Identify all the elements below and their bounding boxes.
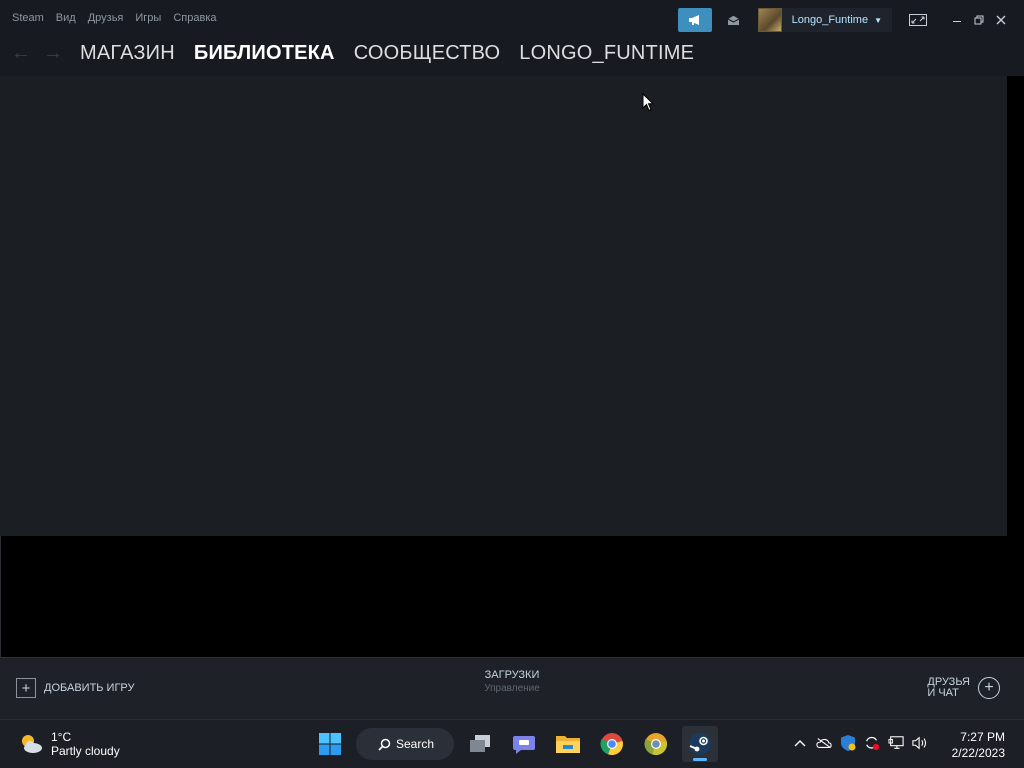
- nav-community[interactable]: СООБЩЕСТВО: [354, 42, 501, 65]
- taskbar-apps: Search: [312, 726, 718, 762]
- tray-overflow-chevron-up-icon[interactable]: [792, 734, 808, 752]
- search-label: Search: [396, 737, 435, 751]
- nav-profile[interactable]: LONGO_FUNTIME: [519, 42, 694, 65]
- back-arrow-icon[interactable]: ←: [11, 42, 31, 65]
- steam-window: Steam Вид Друзья Игры Справка Longo_Funt…: [0, 0, 1024, 719]
- taskbar-task-view[interactable]: [462, 726, 498, 762]
- windows-logo-icon: [319, 733, 341, 755]
- chrome-canary-icon: [644, 733, 667, 756]
- maximize-button[interactable]: [968, 8, 990, 32]
- network-icon[interactable]: [888, 734, 904, 752]
- account-menu[interactable]: Longo_Funtime ▼: [757, 8, 892, 32]
- bottom-bar: + ДОБАВИТЬ ИГРУ ЗАГРУЗКИ Управление ДРУЗ…: [0, 657, 1024, 719]
- onedrive-offline-icon[interactable]: [816, 734, 832, 752]
- nav-library[interactable]: БИБЛИОТЕКА: [194, 42, 335, 65]
- downloads-subtitle: Управление: [484, 683, 540, 694]
- big-picture-button[interactable]: [906, 8, 930, 32]
- title-bar: Steam Вид Друзья Игры Справка Longo_Funt…: [0, 0, 1024, 38]
- taskbar-chrome[interactable]: [594, 726, 630, 762]
- menu-steam[interactable]: Steam: [12, 12, 44, 24]
- close-icon: [996, 15, 1006, 25]
- restore-icon: [974, 15, 984, 25]
- chrome-icon: [600, 733, 623, 756]
- task-view-icon: [470, 735, 490, 752]
- megaphone-icon: [688, 15, 699, 25]
- taskbar-teams-chat[interactable]: [506, 726, 542, 762]
- folder-icon: [556, 736, 580, 753]
- downloads-title: ЗАГРУЗКИ: [484, 669, 540, 681]
- minimize-button[interactable]: [946, 8, 968, 32]
- partly-cloudy-icon: [22, 735, 42, 753]
- menu-games[interactable]: Игры: [135, 12, 161, 24]
- notifications-button[interactable]: [722, 8, 746, 32]
- active-app-indicator: [693, 758, 707, 761]
- taskbar-file-explorer[interactable]: [550, 726, 586, 762]
- steam-icon: [689, 733, 711, 755]
- taskbar-clock[interactable]: 7:27 PM 2/22/2023: [952, 729, 1005, 761]
- mouse-pointer-icon: [642, 93, 654, 112]
- downloads-button[interactable]: ЗАГРУЗКИ Управление: [0, 669, 1024, 694]
- add-friend-icon: +: [978, 677, 1000, 699]
- account-username: Longo_Funtime: [791, 14, 869, 26]
- close-button[interactable]: [990, 8, 1012, 32]
- menu-view[interactable]: Вид: [56, 12, 76, 24]
- library-content-area: [0, 76, 1007, 536]
- minimize-icon: [953, 21, 961, 22]
- announcements-button[interactable]: [677, 8, 712, 32]
- system-tray: [792, 734, 928, 752]
- title-bar-controls: Longo_Funtime ▼: [677, 8, 1012, 32]
- envelope-icon: [727, 15, 740, 25]
- search-icon: [378, 738, 391, 751]
- chat-icon: [513, 736, 535, 754]
- main-navigation: ← → МАГАЗИН БИБЛИОТЕКА СООБЩЕСТВО LONGO_…: [0, 38, 1024, 76]
- menu-bar: Steam Вид Друзья Игры Справка: [12, 12, 217, 24]
- chevron-down-icon: ▼: [874, 15, 882, 25]
- nav-store[interactable]: МАГАЗИН: [80, 42, 175, 65]
- clock-time: 7:27 PM: [960, 730, 1005, 744]
- menu-friends[interactable]: Друзья: [88, 12, 124, 24]
- friends-label-line2: И ЧАТ: [927, 687, 959, 699]
- friends-chat-label: ДРУЗЬЯ И ЧАТ: [927, 677, 970, 699]
- taskbar-steam[interactable]: [682, 726, 718, 762]
- avatar: [757, 8, 782, 32]
- clock-date: 2/22/2023: [951, 746, 1005, 760]
- forward-arrow-icon[interactable]: →: [43, 42, 63, 65]
- menu-help[interactable]: Справка: [173, 12, 216, 24]
- sync-alert-icon[interactable]: [864, 734, 880, 752]
- windows-taskbar: 1°C Partly cloudy Search 7:27 PM 2/22/20…: [0, 719, 1024, 768]
- weather-temperature: 1°C: [51, 730, 72, 744]
- weather-description: Partly cloudy: [51, 744, 120, 758]
- scroll-gutter: [1007, 76, 1024, 536]
- security-shield-icon[interactable]: [840, 734, 856, 752]
- start-button[interactable]: [312, 726, 348, 762]
- empty-panel: [0, 536, 1024, 657]
- friends-chat-button[interactable]: ДРУЗЬЯ И ЧАТ +: [927, 677, 1000, 699]
- volume-icon[interactable]: [912, 734, 928, 752]
- big-picture-icon: [909, 14, 927, 26]
- weather-widget[interactable]: 1°C Partly cloudy: [18, 730, 120, 758]
- taskbar-search[interactable]: Search: [356, 728, 454, 760]
- taskbar-chrome-canary[interactable]: [638, 726, 674, 762]
